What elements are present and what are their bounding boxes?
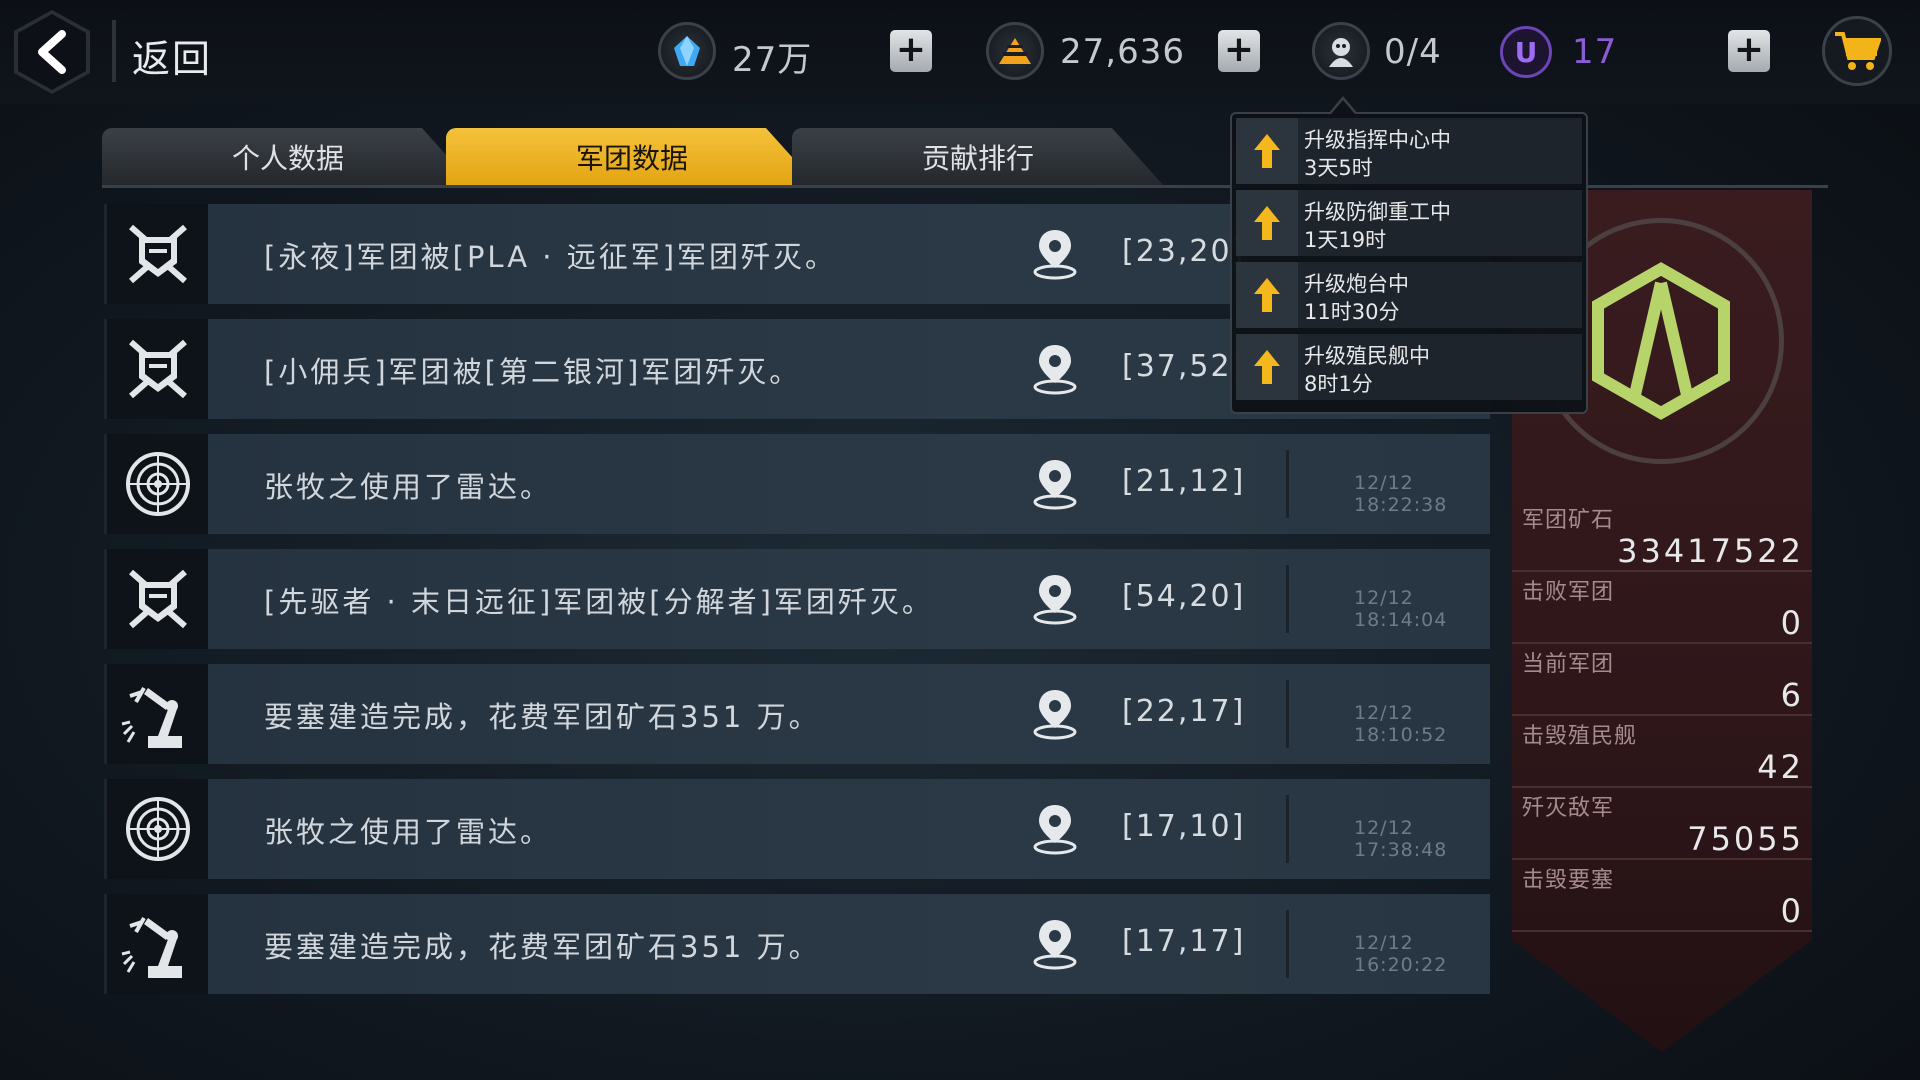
u-currency-icon: U	[1500, 26, 1552, 78]
stat-separator	[1512, 930, 1812, 932]
log-coordinate[interactable]: [23,20]	[1122, 234, 1245, 269]
shop-cart-button[interactable]	[1822, 16, 1892, 86]
upgrade-task[interactable]: 升级殖民舰中 8时1分	[1236, 334, 1582, 400]
location-pin-icon[interactable]	[1030, 343, 1080, 395]
log-message: [永夜]军团被[PLA · 远征军]军团歼灭。	[264, 240, 838, 274]
location-pin-icon[interactable]	[1030, 573, 1080, 625]
upgrade-task[interactable]: 升级防御重工中 1天19时	[1236, 190, 1582, 256]
add-crystal-button[interactable]: +	[890, 30, 932, 72]
upgrade-arrow-icon	[1236, 334, 1298, 400]
upgrade-task-time: 1天19时	[1304, 228, 1387, 252]
upgrade-task-title: 升级炮台中	[1304, 272, 1409, 296]
stat-label: 击毁殖民舰	[1522, 724, 1638, 749]
log-coordinate[interactable]: [21,12]	[1122, 464, 1245, 499]
stat-value: 33417522	[1617, 532, 1804, 570]
commander-icon	[1312, 22, 1370, 80]
location-pin-icon[interactable]	[1030, 688, 1080, 740]
robot-arm-icon	[104, 894, 208, 994]
log-message: [先驱者 · 末日远征]军团被[分解者]军团歼灭。	[264, 585, 934, 619]
log-message: [小佣兵]军团被[第二银河]军团歼灭。	[264, 355, 802, 389]
stat-value: 0	[1780, 892, 1804, 930]
stat-separator	[1512, 642, 1812, 644]
upgrade-task-title: 升级防御重工中	[1304, 200, 1451, 224]
log-row[interactable]: 张牧之使用了雷达。 [21,12] 12/12 18:22:38	[104, 434, 1490, 534]
upgrade-task[interactable]: 升级指挥中心中 3天5时	[1236, 118, 1582, 184]
tab-legion-data[interactable]: 军团数据	[446, 128, 818, 186]
log-coordinate[interactable]: [17,10]	[1122, 809, 1245, 844]
upgrade-arrow-icon	[1236, 190, 1298, 256]
location-pin-icon[interactable]	[1030, 228, 1080, 280]
log-timestamp: 12/12 18:22:38	[1354, 472, 1448, 516]
upgrade-task-title: 升级殖民舰中	[1304, 344, 1430, 368]
troop-count: 0/4	[1384, 32, 1442, 72]
stat-label: 击败军团	[1522, 580, 1615, 605]
tab-personal-data[interactable]: 个人数据	[102, 128, 474, 186]
upgrade-arrow-icon	[1236, 118, 1298, 184]
stat-value: 42	[1757, 748, 1804, 786]
skull-shield-icon	[104, 549, 208, 649]
log-message: 张牧之使用了雷达。	[264, 470, 553, 504]
location-pin-icon[interactable]	[1030, 918, 1080, 970]
log-coordinate[interactable]: [22,17]	[1122, 694, 1245, 729]
location-pin-icon[interactable]	[1030, 458, 1080, 510]
stat-label: 击毁要塞	[1522, 868, 1615, 893]
crystal-icon	[658, 22, 716, 80]
log-message: 要塞建造完成，花费军团矿石351 万。	[264, 930, 821, 964]
divider	[1286, 795, 1289, 863]
log-timestamp: 12/12 16:20:22	[1354, 932, 1448, 976]
radar-icon	[104, 434, 208, 534]
ore-amount: 27,636	[1060, 32, 1185, 72]
upgrade-arrow-icon	[1236, 262, 1298, 328]
stat-separator	[1512, 858, 1812, 860]
robot-arm-icon	[104, 664, 208, 764]
add-u-currency-button[interactable]: +	[1728, 30, 1770, 72]
log-row[interactable]: 张牧之使用了雷达。 [17,10] 12/12 17:38:48	[104, 779, 1490, 879]
divider	[1286, 565, 1289, 633]
log-coordinate[interactable]: [54,20]	[1122, 579, 1245, 614]
ore-icon	[986, 22, 1044, 80]
log-row[interactable]: 要塞建造完成，花费军团矿石351 万。 [22,17] 12/12 18:10:52	[104, 664, 1490, 764]
upgrade-task[interactable]: 升级炮台中 11时30分	[1236, 262, 1582, 328]
divider	[1286, 680, 1289, 748]
top-bar: 返回 27万 + 27,636 + 0/4 U 17 +	[0, 0, 1920, 104]
back-button[interactable]	[14, 10, 90, 94]
legion-emblem-icon	[1592, 262, 1730, 420]
stat-value: 0	[1780, 604, 1804, 642]
skull-shield-icon	[104, 319, 208, 419]
log-coordinate[interactable]: [17,17]	[1122, 924, 1245, 959]
log-message: 要塞建造完成，花费军团矿石351 万。	[264, 700, 821, 734]
back-label[interactable]: 返回	[132, 28, 212, 83]
log-row[interactable]: 要塞建造完成，花费军团矿石351 万。 [17,17] 12/12 16:20:22	[104, 894, 1490, 994]
stat-label: 军团矿石	[1522, 508, 1615, 533]
stat-value: 6	[1780, 676, 1804, 714]
log-timestamp: 12/12 18:14:04	[1354, 587, 1448, 631]
log-coordinate[interactable]: [37,52]	[1122, 349, 1245, 384]
upgrade-task-time: 11时30分	[1304, 300, 1400, 324]
stat-label: 歼灭敌军	[1522, 796, 1615, 821]
log-timestamp: 12/12 17:38:48	[1354, 817, 1448, 861]
stat-separator	[1512, 786, 1812, 788]
chevron-left-icon	[38, 30, 66, 74]
log-timestamp: 12/12 18:10:52	[1354, 702, 1448, 746]
skull-shield-icon	[104, 204, 208, 304]
add-ore-button[interactable]: +	[1218, 30, 1260, 72]
stat-separator	[1512, 570, 1812, 572]
u-currency-amount: 17	[1572, 32, 1618, 72]
stat-label: 当前军团	[1522, 652, 1615, 677]
stat-separator	[1512, 714, 1812, 716]
upgrade-task-time: 8时1分	[1304, 372, 1373, 396]
divider	[1286, 910, 1289, 978]
stat-value: 75055	[1687, 820, 1804, 858]
cart-icon	[1835, 32, 1881, 70]
divider	[1286, 450, 1289, 518]
log-message: 张牧之使用了雷达。	[264, 815, 553, 849]
log-row[interactable]: [先驱者 · 末日远征]军团被[分解者]军团歼灭。 [54,20] 12/12 18…	[104, 549, 1490, 649]
tab-contribution-ranking[interactable]: 贡献排行	[792, 128, 1164, 186]
divider	[112, 20, 116, 82]
radar-icon	[104, 779, 208, 879]
upgrade-task-title: 升级指挥中心中	[1304, 128, 1451, 152]
location-pin-icon[interactable]	[1030, 803, 1080, 855]
upgrade-task-time: 3天5时	[1304, 156, 1373, 180]
crystal-amount: 27万	[732, 40, 813, 80]
